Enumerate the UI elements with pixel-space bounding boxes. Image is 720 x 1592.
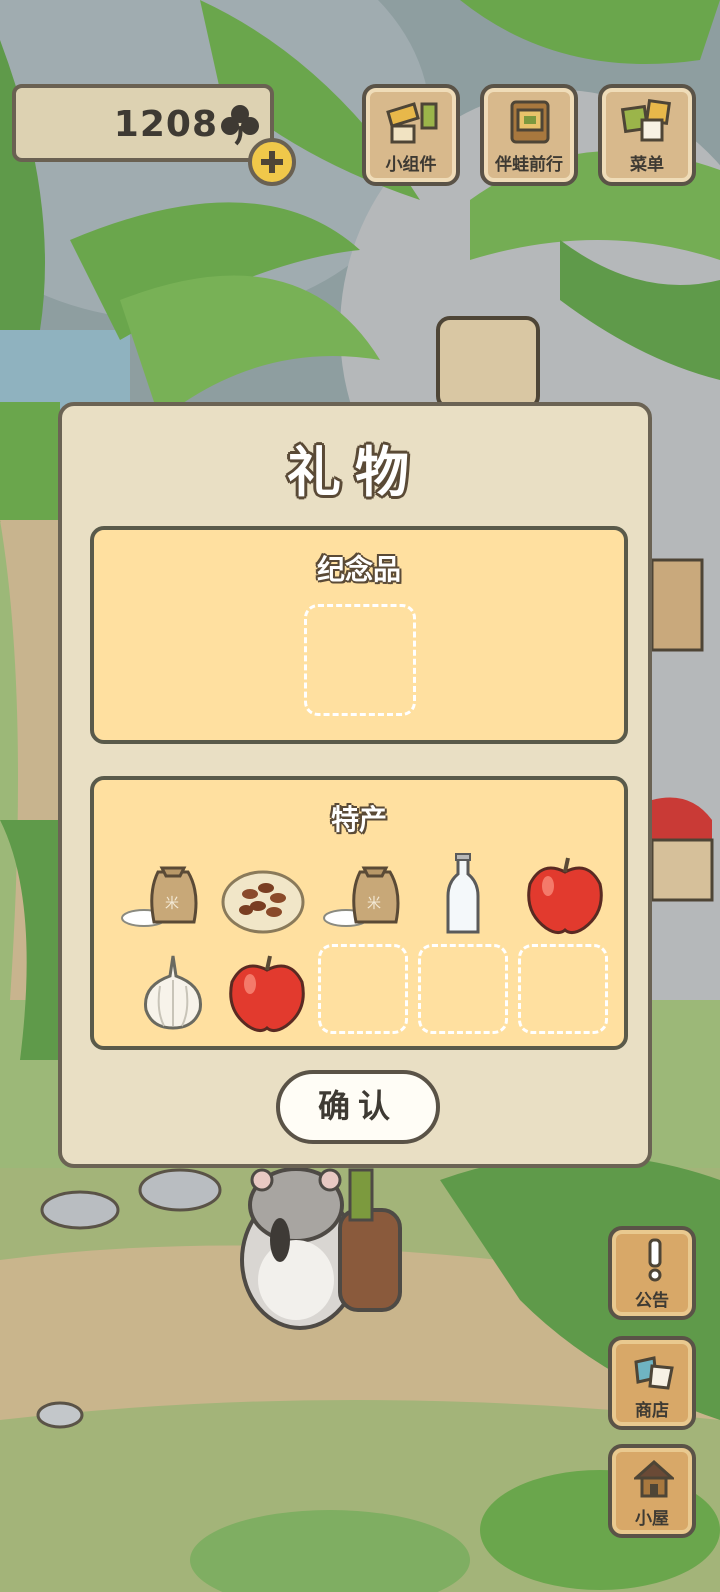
travel-companion-button[interactable]: 伴蛙前行 — [480, 84, 578, 186]
specialty-empty-slot[interactable] — [518, 944, 608, 1034]
clover-icon — [221, 105, 259, 146]
house-label: 小屋 — [635, 1509, 669, 1529]
glass-bottle-item[interactable] — [420, 852, 506, 938]
gift-dialog: 礼物 纪念品 特产 米 米 确认 — [58, 402, 652, 1168]
notice-label: 公告 — [635, 1291, 669, 1311]
confirm-button[interactable]: 确认 — [276, 1070, 440, 1144]
plus-icon — [261, 151, 283, 173]
souvenir-panel: 纪念品 — [90, 526, 628, 744]
shop-label: 商店 — [635, 1401, 669, 1421]
widget-button[interactable]: 小组件 — [362, 84, 460, 186]
garlic-item[interactable] — [130, 950, 216, 1036]
clover-counter: 1208 — [12, 84, 274, 162]
svg-text:米: 米 — [367, 896, 381, 912]
travel-companion-label: 伴蛙前行 — [495, 155, 563, 175]
souvenir-slot[interactable] — [304, 604, 416, 716]
dialog-title: 礼物 — [287, 441, 423, 504]
svg-text:米: 米 — [165, 896, 179, 912]
specialty-empty-slot[interactable] — [418, 944, 508, 1034]
house-button[interactable]: 小屋 — [608, 1444, 696, 1538]
menu-cards-icon — [620, 99, 671, 142]
specialty-title: 特产 — [330, 803, 387, 836]
add-clover-button[interactable] — [248, 138, 296, 186]
specialty-panel: 特产 米 米 — [90, 776, 628, 1050]
exclamation-icon — [648, 1238, 662, 1282]
souvenir-title: 纪念品 — [316, 553, 401, 586]
rice-bag-item[interactable]: 米 — [320, 852, 406, 938]
house-icon — [634, 1459, 674, 1498]
clover-count: 1208 — [113, 104, 218, 145]
rice-bag-item[interactable]: 米 — [118, 852, 204, 938]
specialty-empty-slot[interactable] — [318, 944, 408, 1034]
menu-button[interactable]: 菜单 — [598, 84, 696, 186]
apple-item[interactable] — [522, 852, 608, 938]
almond-plate-item[interactable] — [220, 852, 306, 938]
shop-bags-icon — [634, 1356, 674, 1390]
menu-label: 菜单 — [630, 155, 664, 175]
notice-button[interactable]: 公告 — [608, 1226, 696, 1320]
widget-label: 小组件 — [385, 155, 437, 175]
shop-button[interactable]: 商店 — [608, 1336, 696, 1430]
travel-companion-icon — [510, 100, 550, 144]
widget-icon — [386, 102, 438, 144]
apple-item[interactable] — [224, 950, 310, 1036]
